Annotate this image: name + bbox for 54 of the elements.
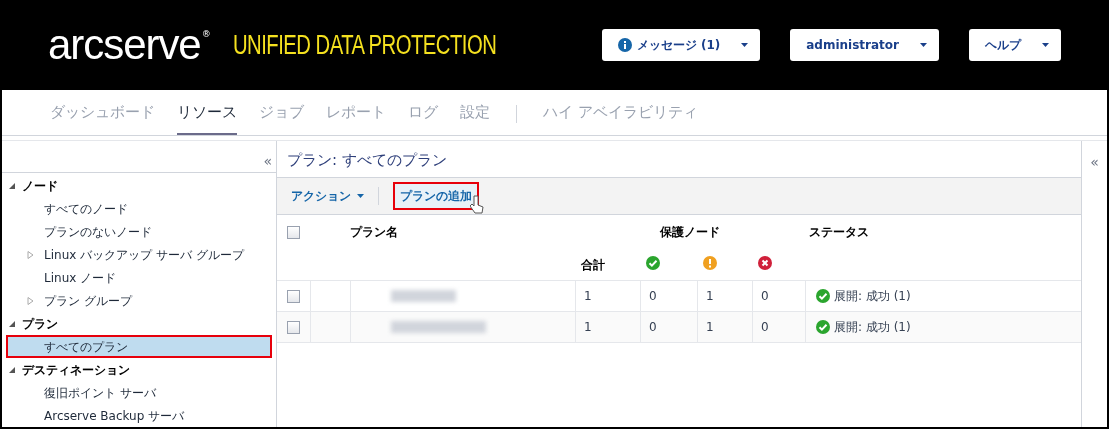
- column-header: 合計: [581, 258, 605, 272]
- product-name: UNIFIED DATA PROTECTION: [232, 31, 496, 59]
- table-cell-text: 1: [584, 288, 592, 305]
- checkbox[interactable]: [287, 289, 300, 303]
- collapsed-arrow-icon[interactable]: [26, 250, 34, 259]
- column-header: ステータス: [809, 225, 869, 239]
- column-header: プラン名: [350, 225, 398, 239]
- tree-section[interactable]: ノード: [22, 176, 58, 195]
- expanded-arrow-icon[interactable]: [8, 319, 16, 328]
- error-icon: [758, 255, 772, 270]
- add-plan-button[interactable]: プランの追加: [393, 182, 479, 210]
- collapse-button[interactable]: «: [263, 154, 272, 168]
- user-menu-button[interactable]: administrator: [790, 29, 939, 61]
- tree-item[interactable]: Arcserve Backup サーバ: [44, 406, 185, 425]
- column-header: 保護ノード: [660, 224, 720, 241]
- table-cell-text: 0: [649, 319, 657, 336]
- ok-icon: [646, 255, 660, 270]
- status-text: 展開: 成功 (1): [834, 288, 911, 305]
- collapsed-arrow-icon[interactable]: [26, 296, 34, 305]
- registered-mark: ®: [201, 28, 211, 41]
- tree-section[interactable]: プラン: [22, 314, 58, 333]
- blurred-name: [391, 290, 456, 302]
- status-text: 展開: 成功 (1): [834, 319, 911, 336]
- tree-item[interactable]: すべてのノード: [44, 199, 128, 218]
- tree-item[interactable]: すべてのプラン: [6, 335, 272, 358]
- caret-icon: [920, 43, 927, 47]
- action-menu-button[interactable]: アクション: [291, 187, 364, 205]
- table-cell-text: 0: [761, 288, 769, 305]
- table-cell-text: 0: [761, 319, 769, 336]
- page-title: プラン: すべてのプラン: [287, 149, 447, 171]
- info-icon: [617, 38, 632, 52]
- messages-button[interactable]: メッセージ (1): [601, 29, 761, 61]
- tree-item[interactable]: 復旧ポイント サーバ: [44, 383, 156, 402]
- help-button[interactable]: ヘルプ: [969, 29, 1061, 61]
- expand-button[interactable]: «: [1090, 155, 1099, 427]
- table-cell-text: 1: [706, 319, 714, 336]
- nav-tab[interactable]: リソース: [177, 100, 237, 135]
- caret-icon: [1042, 43, 1049, 47]
- tree-item[interactable]: プラン グループ: [44, 291, 132, 310]
- checkbox[interactable]: [287, 320, 300, 334]
- logo-text: arcserve: [48, 24, 201, 66]
- tree-section[interactable]: デスティネーション: [22, 360, 130, 379]
- expanded-arrow-icon[interactable]: [8, 365, 16, 374]
- checkbox[interactable]: [287, 225, 300, 239]
- table-cell-text: 0: [649, 288, 657, 305]
- caret-icon: [357, 194, 364, 198]
- warning-icon: [703, 255, 717, 270]
- tree-item[interactable]: プランのないノード: [44, 222, 152, 241]
- tree-item[interactable]: Linux バックアップ サーバ グループ: [44, 245, 244, 264]
- caret-icon: [741, 43, 749, 47]
- expanded-arrow-icon[interactable]: [8, 181, 16, 190]
- tree-item[interactable]: Linux ノード: [44, 268, 117, 287]
- table-cell-text: 1: [706, 288, 714, 305]
- table-cell-text: 1: [584, 319, 592, 336]
